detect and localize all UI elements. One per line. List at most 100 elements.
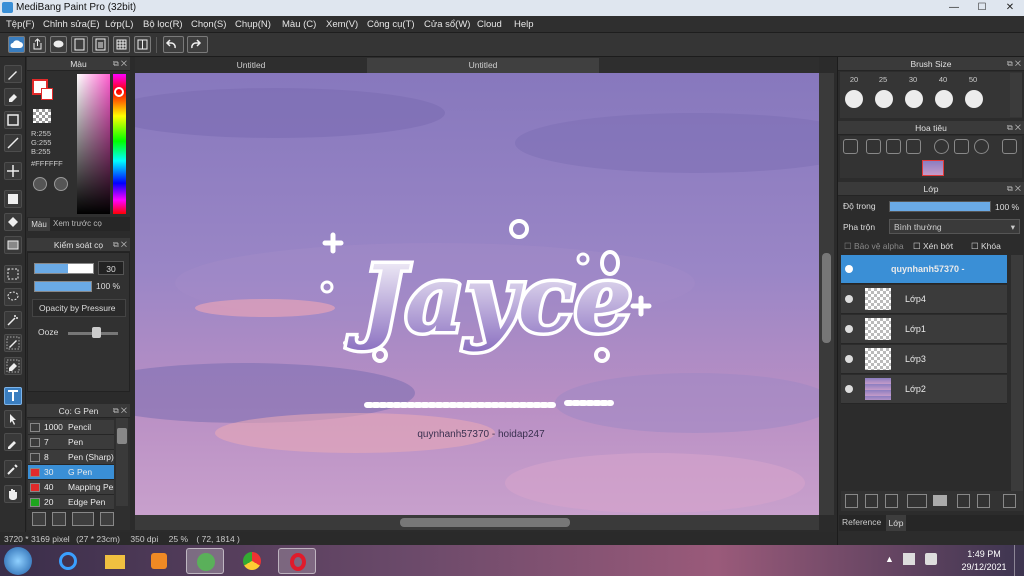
media-player-icon[interactable] bbox=[140, 548, 178, 574]
maximize-button[interactable]: ☐ bbox=[968, 0, 996, 16]
volume-icon[interactable] bbox=[925, 553, 937, 565]
brush-preset-dot[interactable] bbox=[845, 90, 863, 108]
select-rect-icon[interactable] bbox=[4, 265, 22, 283]
page-icon[interactable] bbox=[71, 36, 88, 53]
tab-untitled-2[interactable]: Untitled bbox=[367, 58, 599, 73]
select-pen-icon[interactable] bbox=[4, 334, 22, 352]
bucket-icon[interactable] bbox=[4, 213, 22, 231]
layer-list-scrollbar[interactable] bbox=[1011, 255, 1023, 491]
brush-list-item[interactable]: 8 Pen (Sharp) bbox=[28, 450, 114, 465]
menu-snap[interactable]: Chụp(N) bbox=[235, 19, 271, 30]
menu-cloud[interactable]: Cloud bbox=[477, 19, 502, 30]
brush-settings-icon[interactable] bbox=[100, 512, 114, 526]
fit-icon[interactable] bbox=[886, 139, 901, 154]
new-halftone-layer-icon[interactable] bbox=[865, 494, 878, 508]
saturation-brightness-field[interactable] bbox=[77, 74, 110, 214]
redo-icon[interactable] bbox=[187, 36, 208, 53]
new-layer-icon[interactable] bbox=[845, 494, 858, 508]
hand-icon[interactable] bbox=[4, 485, 22, 503]
text-icon[interactable] bbox=[4, 387, 22, 405]
zoom-out-icon[interactable] bbox=[906, 139, 921, 154]
tab-layer[interactable]: Lớp bbox=[886, 515, 906, 531]
brush-preset-dot[interactable] bbox=[965, 90, 983, 108]
chrome-icon[interactable] bbox=[233, 548, 271, 574]
undo-icon[interactable] bbox=[163, 36, 184, 53]
fill-rectangle-icon[interactable] bbox=[4, 190, 22, 208]
operation-icon[interactable] bbox=[4, 410, 22, 428]
brush-size-slider[interactable] bbox=[34, 263, 94, 274]
panel-controls-icon[interactable]: ⧉ ✕ bbox=[113, 57, 127, 71]
tab-color[interactable]: Màu bbox=[28, 218, 50, 231]
layout-icon[interactable] bbox=[134, 36, 151, 53]
internet-explorer-icon[interactable] bbox=[48, 548, 86, 574]
new-8bit-layer-icon[interactable] bbox=[885, 494, 898, 508]
menu-file[interactable]: Tệp(F) bbox=[6, 19, 35, 30]
navigator-thumbnail[interactable] bbox=[922, 160, 944, 176]
zoom-in-icon[interactable] bbox=[843, 139, 858, 154]
show-desktop-button[interactable] bbox=[1014, 545, 1024, 576]
lock-checkbox[interactable]: ☐ Khóa bbox=[971, 241, 1001, 252]
transparent-swatch[interactable] bbox=[33, 109, 51, 123]
brush-preset-dot[interactable] bbox=[905, 90, 923, 108]
comment-icon[interactable] bbox=[50, 36, 67, 53]
medibang-taskbar-icon[interactable] bbox=[186, 548, 224, 574]
brush-list-item[interactable]: 20 Edge Pen bbox=[28, 495, 114, 510]
panel-controls-icon[interactable]: ⧉ ✕ bbox=[1007, 57, 1021, 71]
cloud-icon[interactable] bbox=[8, 36, 25, 53]
reset-view-icon[interactable] bbox=[954, 139, 969, 154]
blend-mode-select[interactable]: Bình thường ▾ bbox=[889, 219, 1020, 234]
eyedropper-icon[interactable] bbox=[4, 433, 22, 451]
layer-row[interactable]: quynhanh57370 - bbox=[841, 255, 1007, 284]
brush-menu-icon[interactable] bbox=[72, 512, 94, 526]
network-icon[interactable] bbox=[903, 553, 915, 565]
panel-controls-icon[interactable]: ⧉ ✕ bbox=[113, 238, 127, 252]
rectangle-icon[interactable] bbox=[4, 111, 22, 129]
file-explorer-icon[interactable] bbox=[96, 548, 134, 574]
palette-icon[interactable] bbox=[33, 177, 47, 191]
drawing-canvas[interactable]: Jayce quynhanh57370 - hoidap247 bbox=[135, 73, 819, 515]
menu-tools[interactable]: Công cụ(T) bbox=[367, 19, 415, 30]
menu-window[interactable]: Cửa sổ(W) bbox=[424, 19, 470, 30]
canvas-vertical-scrollbar[interactable] bbox=[819, 73, 834, 515]
gradient-icon[interactable] bbox=[4, 236, 22, 254]
brush-preset-dot[interactable] bbox=[875, 90, 893, 108]
menu-filter[interactable]: Bộ lọc(R) bbox=[143, 19, 183, 30]
background-color-swatch[interactable] bbox=[41, 88, 53, 100]
opera-icon[interactable] bbox=[278, 548, 316, 574]
lasso-icon[interactable] bbox=[4, 288, 22, 306]
magic-wand-icon[interactable] bbox=[4, 311, 22, 329]
dropper-icon[interactable] bbox=[4, 460, 22, 478]
panel-controls-icon[interactable]: ⧉ ✕ bbox=[1007, 182, 1021, 196]
select-eraser-icon[interactable] bbox=[4, 357, 22, 375]
panel-controls-icon[interactable]: ⧉ ✕ bbox=[113, 404, 127, 418]
zoom-in-icon[interactable] bbox=[866, 139, 881, 154]
horizontal-scroll-thumb[interactable] bbox=[400, 518, 570, 527]
tray-arrow-icon[interactable]: ▲ bbox=[885, 554, 894, 564]
minimize-button[interactable]: — bbox=[940, 0, 968, 16]
document-icon[interactable] bbox=[92, 36, 109, 53]
menu-color[interactable]: Màu (C) bbox=[282, 19, 316, 30]
grid-icon[interactable] bbox=[113, 36, 130, 53]
merge-layer-icon[interactable] bbox=[977, 494, 990, 508]
share-icon[interactable] bbox=[29, 36, 46, 53]
eraser-icon[interactable] bbox=[4, 88, 22, 106]
canvas-horizontal-scrollbar[interactable] bbox=[135, 515, 819, 530]
line-icon[interactable] bbox=[4, 134, 22, 152]
duplicate-layer-icon[interactable] bbox=[957, 494, 970, 508]
brush-size-scrollbar[interactable] bbox=[1010, 73, 1022, 117]
layer-row[interactable]: Lớp2 bbox=[841, 375, 1007, 404]
eye-icon[interactable] bbox=[845, 385, 853, 393]
tab-untitled-1[interactable]: Untitled bbox=[135, 58, 367, 73]
rotate-right-icon[interactable] bbox=[974, 139, 989, 154]
rotate-left-icon[interactable] bbox=[934, 139, 949, 154]
clipping-checkbox[interactable]: ☐ Xén bớt bbox=[913, 241, 953, 252]
panel-controls-icon[interactable]: ⧉ ✕ bbox=[1007, 121, 1021, 135]
layer-row[interactable]: Lớp4 bbox=[841, 285, 1007, 314]
delete-layer-icon[interactable] bbox=[1003, 494, 1016, 508]
brush-preset-dot[interactable] bbox=[935, 90, 953, 108]
layer-row[interactable]: Lớp3 bbox=[841, 345, 1007, 374]
new-brush-icon[interactable] bbox=[52, 512, 66, 526]
start-button-icon[interactable] bbox=[4, 547, 32, 575]
pressure-option[interactable]: Opacity by Pressure bbox=[32, 299, 126, 317]
folder-icon[interactable] bbox=[933, 495, 947, 506]
